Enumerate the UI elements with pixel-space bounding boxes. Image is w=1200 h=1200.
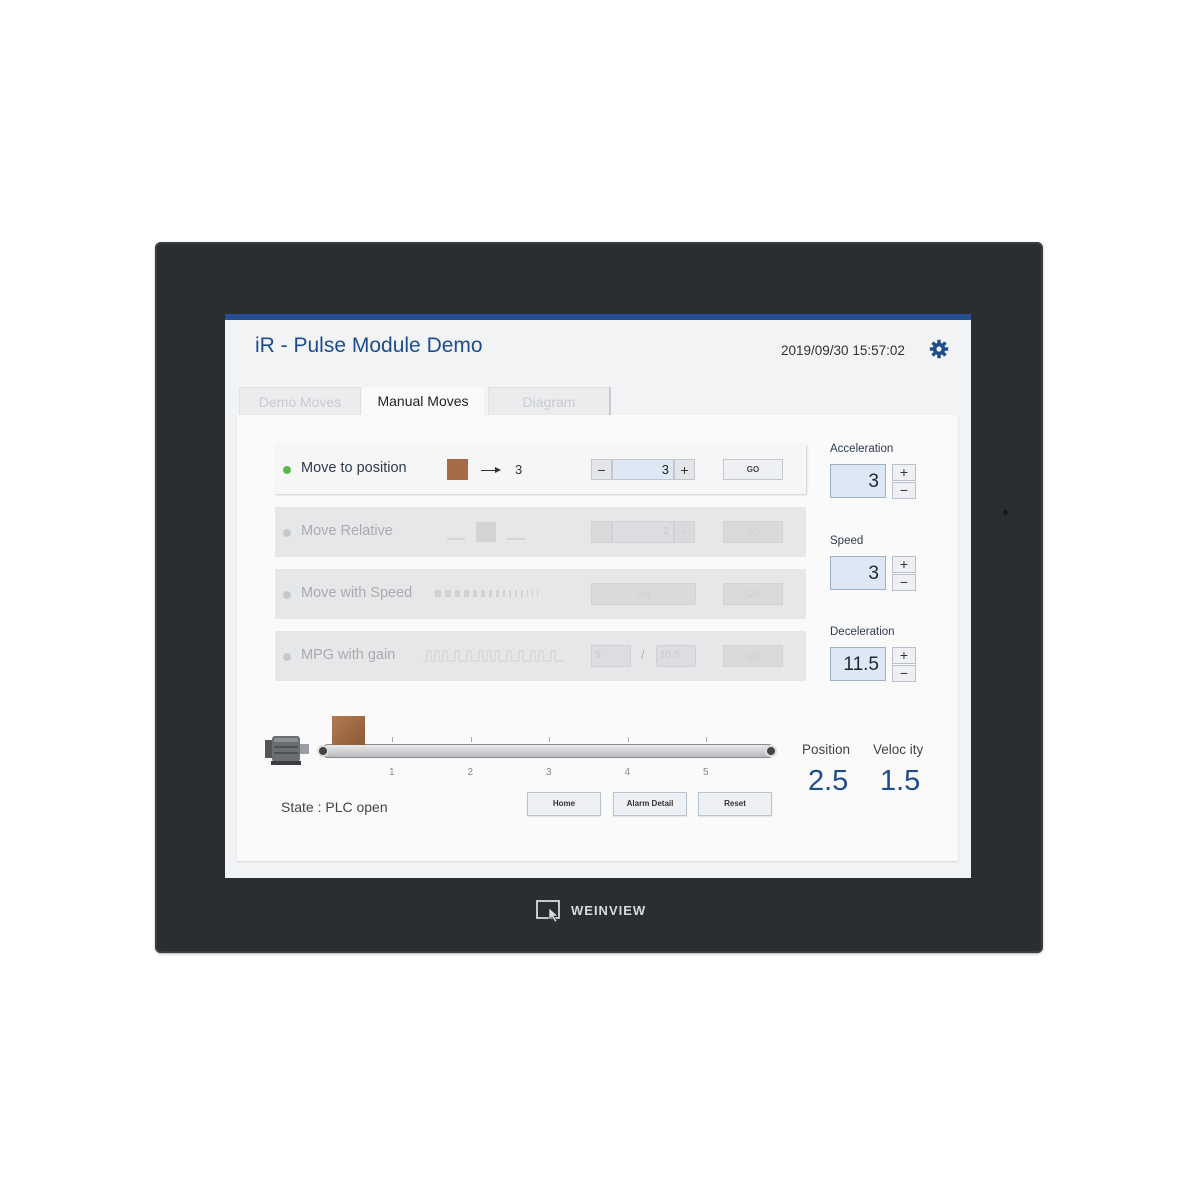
alarm-detail-button[interactable]: Alarm Detail [613,792,687,816]
app-title: iR - Pulse Module Demo [255,334,483,357]
increment-button[interactable]: + [674,459,695,480]
status-dot [283,653,291,661]
scale-tick [470,737,472,742]
mode-row-mpg-with-gain[interactable]: MPG with gain 5 / 10.5 GO [275,631,806,681]
mode-row-move-relative[interactable]: Move Relative − 2 + GO [275,507,806,557]
speed-label: Speed [830,535,864,547]
datetime: 2019/09/30 15:57:02 [781,343,905,358]
acceleration-decrement-button[interactable]: − [892,482,916,499]
gear-icon[interactable] [929,339,949,359]
status-dot [283,466,291,474]
mode-label: Move to position [301,460,407,476]
status-dot [283,591,291,599]
roller-left [317,745,329,757]
acceleration-label: Acceleration [830,443,894,455]
top-accent-bar [225,314,971,320]
velocity-label: Veloc ity [873,742,924,757]
deceleration-decrement-button[interactable]: − [892,665,916,682]
brand-logo: WEINVIEW [535,898,665,924]
motor-icon [265,736,309,765]
target-position: 3 [515,462,523,477]
mode-row-move-to-position[interactable]: Move to position 3 − 3 + GO [275,444,806,494]
light-sensor [1003,510,1008,515]
position-value: 2.5 [808,765,849,797]
scale-tick-label: 4 [624,767,631,778]
box-icon [331,716,365,745]
relative-input[interactable]: 2 [612,521,674,543]
deceleration-value[interactable]: 11.5 [830,647,886,681]
gain-numerator-input[interactable]: 5 [591,645,631,667]
speed-pattern-icon [435,590,538,597]
position-label: Position [802,742,851,757]
screen: iR - Pulse Module Demo 2019/09/30 15:57:… [225,314,971,878]
speed-increment-button[interactable]: + [892,556,916,573]
tab-manual-moves[interactable]: Manual Moves [362,387,484,415]
roller-right [765,745,777,757]
deceleration-label: Deceleration [830,626,895,638]
scale-tick [392,737,393,742]
scale-tick [627,737,629,742]
speed-value[interactable]: 3 [830,556,886,590]
scale-tick [706,737,707,742]
velocity-value: 1.5 [880,765,921,797]
acceleration-increment-button[interactable]: + [892,464,916,481]
tab-demo-moves[interactable]: Demo Moves [239,387,361,416]
scale-tick-label: 2 [467,767,474,778]
mode-label: Move with Speed [301,585,413,601]
hmi-device: iR - Pulse Module Demo 2019/09/30 15:57:… [155,242,1043,953]
arrow-head-icon [495,467,501,473]
increment-button[interactable]: + [674,521,695,543]
decrement-button[interactable]: − [591,521,612,543]
relative-move-icon [447,522,525,542]
gain-separator: / [641,647,645,662]
conveyor-belt [321,744,775,758]
mode-row-move-with-speed[interactable]: Move with Speed Jog GO [275,569,806,619]
acceleration-value[interactable]: 3 [830,464,886,498]
jog-button[interactable]: Jog [591,583,696,605]
state-text: State : PLC open [281,799,388,815]
mode-label: MPG with gain [301,647,396,663]
box-icon [447,459,468,480]
scale-tick-label: 1 [389,767,395,778]
go-button[interactable]: GO [723,645,783,667]
deceleration-increment-button[interactable]: + [892,647,916,664]
status-dot [283,529,291,537]
brand-name: WEINVIEW [571,903,647,918]
tab-diagram[interactable]: Diagram [488,387,611,416]
go-button[interactable]: GO [723,459,783,480]
position-input[interactable]: 3 [612,459,674,480]
go-button[interactable]: GO [723,521,783,543]
mode-label: Move Relative [301,523,393,539]
scale-tick-label: 3 [546,767,552,778]
brand-logo-icon [536,900,560,923]
scale-tick-label: 5 [703,767,709,778]
go-button[interactable]: GO [723,583,783,605]
scale-tick [549,737,550,742]
decrement-button[interactable]: − [591,459,612,480]
speed-decrement-button[interactable]: − [892,574,916,591]
home-button[interactable]: Home [527,792,601,816]
gain-denominator-input[interactable]: 10.5 [656,645,696,667]
pulse-wave-icon [423,650,565,662]
reset-button[interactable]: Reset [698,792,772,816]
